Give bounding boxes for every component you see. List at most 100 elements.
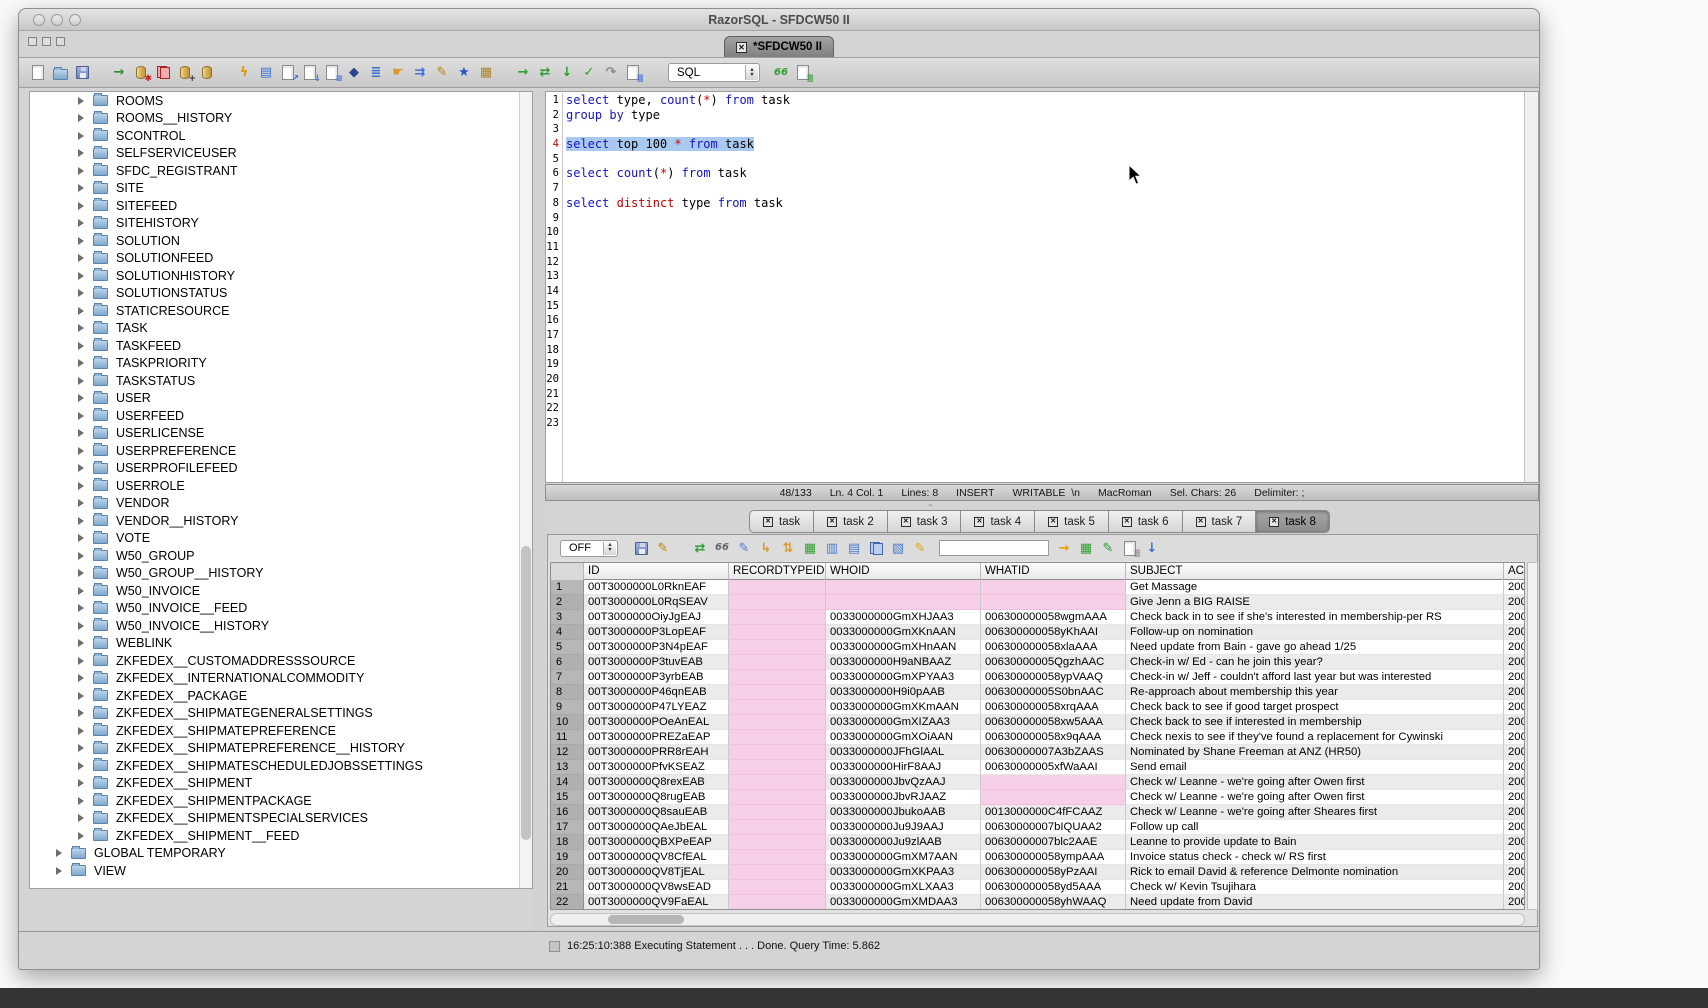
row-number-cell[interactable]: 9	[551, 700, 584, 715]
edit-cell-icon[interactable]: ✎	[735, 539, 753, 557]
column-layout-icon[interactable]: ▥	[823, 539, 841, 557]
grid-cell[interactable]: 0033000000JFhGlAAL	[826, 745, 981, 760]
grid-cell[interactable]: 200	[1504, 685, 1525, 700]
result-tab-task-8[interactable]: ✕task 8	[1255, 510, 1330, 533]
expand-icon[interactable]	[78, 674, 84, 682]
grid-cell[interactable]: 00T3000000QAeJbEAL	[584, 820, 729, 835]
close-tab-icon[interactable]: ✕	[827, 517, 837, 527]
close-tab-icon[interactable]: ✕	[901, 517, 911, 527]
grid-cell[interactable]: 200	[1504, 760, 1525, 775]
tree-item-vendor[interactable]: VENDOR	[30, 495, 532, 513]
grid-cell[interactable]: 0033000000GmXHnAAN	[826, 640, 981, 655]
grid-cell[interactable]: 200	[1504, 730, 1525, 745]
expand-icon[interactable]	[78, 622, 84, 630]
tree-item-global temporary[interactable]: GLOBAL TEMPORARY	[30, 845, 532, 863]
expand-icon[interactable]	[78, 377, 84, 385]
expand-icon[interactable]	[78, 324, 84, 332]
grid-cell[interactable]: 200	[1504, 865, 1525, 880]
fetch-more-icon[interactable]: ↓	[1143, 539, 1161, 557]
grid-cell[interactable]: 200	[1504, 640, 1525, 655]
grid-cell[interactable]: 200	[1504, 610, 1525, 625]
tree-item-zkfedex__shipment__feed[interactable]: ZKFEDEX__SHIPMENT__FEED	[30, 827, 532, 845]
grid-cell[interactable]: 00T3000000QV8wsEAD	[584, 880, 729, 895]
row-list-icon[interactable]: ≣	[367, 64, 385, 82]
grid-cell[interactable]: Need update from Bain - gave go ahead 1/…	[1126, 640, 1504, 655]
grid-cell[interactable]	[729, 610, 826, 625]
grid-cell[interactable]: 006300000058yPzAAI	[981, 865, 1126, 880]
grid-cell[interactable]: 200	[1504, 595, 1525, 610]
grid-cell[interactable]: 006300000058yhWAAQ	[981, 895, 1126, 910]
grid-cell[interactable]: Send email	[1126, 760, 1504, 775]
grid-cell[interactable]	[826, 580, 981, 595]
expand-icon[interactable]	[78, 219, 84, 227]
new-file-icon[interactable]	[29, 64, 47, 82]
expand-icon[interactable]	[78, 237, 84, 245]
frame-close-button[interactable]	[28, 37, 37, 46]
grid-cell[interactable]: 200	[1504, 820, 1525, 835]
expand-icon[interactable]	[78, 814, 84, 822]
grid-cell[interactable]: Check nexis to see if they've found a re…	[1126, 730, 1504, 745]
favorites-icon[interactable]: ★	[455, 64, 473, 82]
grid-cell[interactable]: 200	[1504, 775, 1525, 790]
grid-cell[interactable]	[729, 805, 826, 820]
grid-cell[interactable]: 200	[1504, 850, 1525, 865]
table-row[interactable]: 900T3000000P47LYEAZ0033000000GmXKmAAN006…	[551, 700, 1524, 715]
save-icon[interactable]	[73, 64, 91, 82]
grid-header-recordtypeid[interactable]: RECORDTYPEID	[729, 563, 826, 580]
grid-cell[interactable]: 00T3000000QV9FaEAL	[584, 895, 729, 910]
transpose-icon[interactable]: ▧	[889, 539, 907, 557]
grid-cell[interactable]: 00T3000000QV8CfEAL	[584, 850, 729, 865]
expand-icon[interactable]	[78, 692, 84, 700]
grid-cell[interactable]: 200	[1504, 745, 1525, 760]
grid-cell[interactable]: Follow-up on nomination	[1126, 625, 1504, 640]
go-icon[interactable]: →	[1055, 539, 1073, 557]
row-number-cell[interactable]: 4	[551, 625, 584, 640]
grid-cell[interactable]	[729, 625, 826, 640]
tree-item-rooms[interactable]: ROOMS	[30, 92, 532, 110]
sql-editor[interactable]: 1234567891011121314151617181920212223 se…	[545, 91, 1539, 483]
grid-cell[interactable]: 0033000000GmXKnAAN	[826, 625, 981, 640]
database-icon[interactable]	[198, 64, 216, 82]
export-results-icon[interactable]: ≣	[1121, 539, 1139, 557]
tree-item-solutionstatus[interactable]: SOLUTIONSTATUS	[30, 285, 532, 303]
grid-cell[interactable]: Check w/ Kevin Tsujihara	[1126, 880, 1504, 895]
grid-cell[interactable]: 200	[1504, 715, 1525, 730]
grid-cell[interactable]: 0033000000GmXHJAA3	[826, 610, 981, 625]
grid-header-ac[interactable]: AC	[1504, 563, 1525, 580]
grid-cell[interactable]: 006300000058ypVAAQ	[981, 670, 1126, 685]
bookmarks-icon[interactable]: ◆	[345, 64, 363, 82]
grid-cell[interactable]	[729, 760, 826, 775]
tree-item-zkfedex__shipmentspecialservices[interactable]: ZKFEDEX__SHIPMENTSPECIALSERVICES	[30, 810, 532, 828]
expand-icon[interactable]	[78, 97, 84, 105]
result-tab-task-3[interactable]: ✕task 3	[887, 510, 962, 533]
result-tab-task-2[interactable]: ✕task 2	[813, 510, 888, 533]
expand-icon[interactable]	[78, 149, 84, 157]
grid-cell[interactable]: 0013000000C4fFCAAZ	[981, 805, 1126, 820]
row-number-cell[interactable]: 2	[551, 595, 584, 610]
grid-cell[interactable]: Check back to see if interested in membe…	[1126, 715, 1504, 730]
table-row[interactable]: 400T3000000P3LopEAF0033000000GmXKnAAN006…	[551, 625, 1524, 640]
panel-splitter[interactable]	[533, 91, 545, 936]
expand-icon[interactable]	[78, 762, 84, 770]
log-icon[interactable]: ≣	[624, 64, 642, 82]
grid-cell[interactable]	[729, 775, 826, 790]
tree-item-sitehistory[interactable]: SITEHISTORY	[30, 215, 532, 233]
import-data-icon[interactable]: ↓	[301, 64, 319, 82]
frame-maximize-button[interactable]	[56, 37, 65, 46]
expand-icon[interactable]	[78, 394, 84, 402]
grid-cell[interactable]	[729, 580, 826, 595]
tree-item-scontrol[interactable]: SCONTROL	[30, 127, 532, 145]
grid-vertical-scrollbar[interactable]	[1527, 562, 1538, 910]
tree-item-zkfedex__shipmentpackage[interactable]: ZKFEDEX__SHIPMENTPACKAGE	[30, 792, 532, 810]
tree-item-solutionhistory[interactable]: SOLUTIONHISTORY	[30, 267, 532, 285]
expand-icon[interactable]	[78, 114, 84, 122]
grid-cell[interactable]: 0033000000GmXIZAA3	[826, 715, 981, 730]
grid-cell[interactable]: 200	[1504, 835, 1525, 850]
tree-item-vote[interactable]: VOTE	[30, 530, 532, 548]
row-number-cell[interactable]: 21	[551, 880, 584, 895]
row-number-cell[interactable]: 15	[551, 790, 584, 805]
expand-icon[interactable]	[78, 639, 84, 647]
connect-icon[interactable]: →	[110, 64, 128, 82]
execute-icon[interactable]: →	[514, 64, 532, 82]
tree-item-taskpriority[interactable]: TASKPRIORITY	[30, 355, 532, 373]
